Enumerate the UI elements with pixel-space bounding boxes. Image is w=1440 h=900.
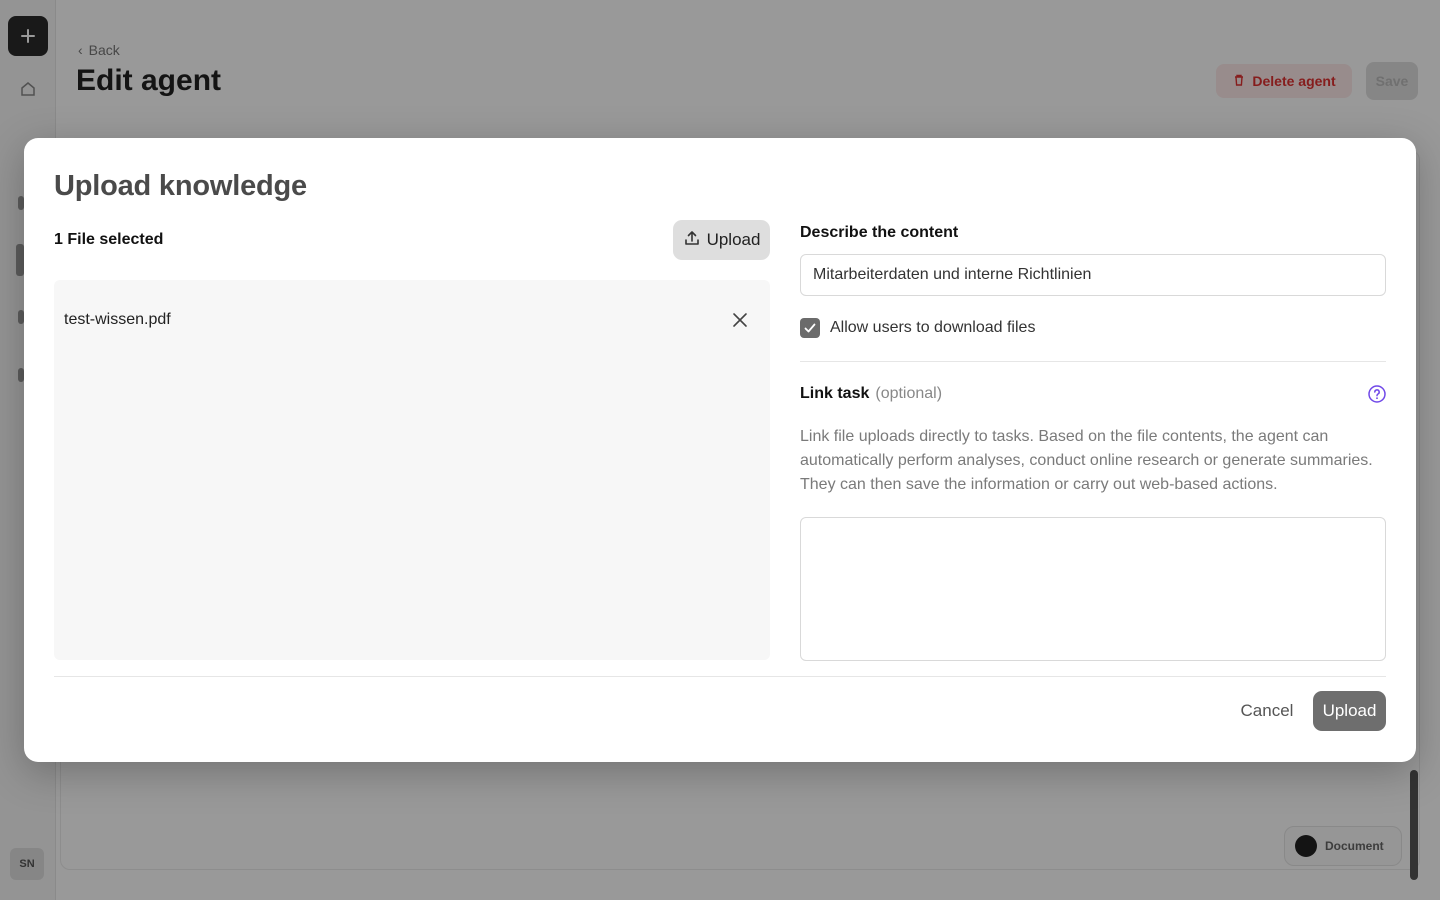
task-input[interactable] [800,517,1386,661]
help-button[interactable] [1367,384,1387,404]
footer-divider [54,676,1386,677]
close-icon [733,313,747,327]
file-count-label: 1 File selected [54,231,164,248]
checkmark-icon [804,323,816,333]
allow-download-label: Allow users to download files [830,319,1036,336]
allow-download-checkbox[interactable] [800,318,820,338]
upload-icon [683,229,701,252]
link-task-description: Link file uploads directly to tasks. Bas… [800,428,1373,493]
link-task-optional: (optional) [875,385,943,402]
remove-file-button[interactable] [728,308,752,332]
select-files-label: Upload [706,230,761,249]
link-task-label: Link task [800,385,870,402]
file-list: test-wissen.pdf [54,280,770,660]
dialog-title: Upload knowledge [54,170,307,202]
link-task-heading: Link task (optional) [800,385,942,403]
file-name: test-wissen.pdf [64,311,171,328]
upload-button[interactable]: Upload [1313,691,1386,731]
describe-content-label: Describe the content [800,224,959,241]
divider [800,361,1386,362]
select-files-button[interactable]: Upload [673,220,770,260]
list-item: test-wissen.pdf [54,298,770,342]
describe-content-input[interactable] [800,254,1386,296]
upload-knowledge-dialog: Upload knowledge 1 File selected Upload … [24,138,1416,762]
question-circle-icon [1368,385,1386,403]
cancel-button[interactable]: Cancel [1228,691,1306,731]
allow-download-row[interactable]: Allow users to download files [800,318,1035,338]
